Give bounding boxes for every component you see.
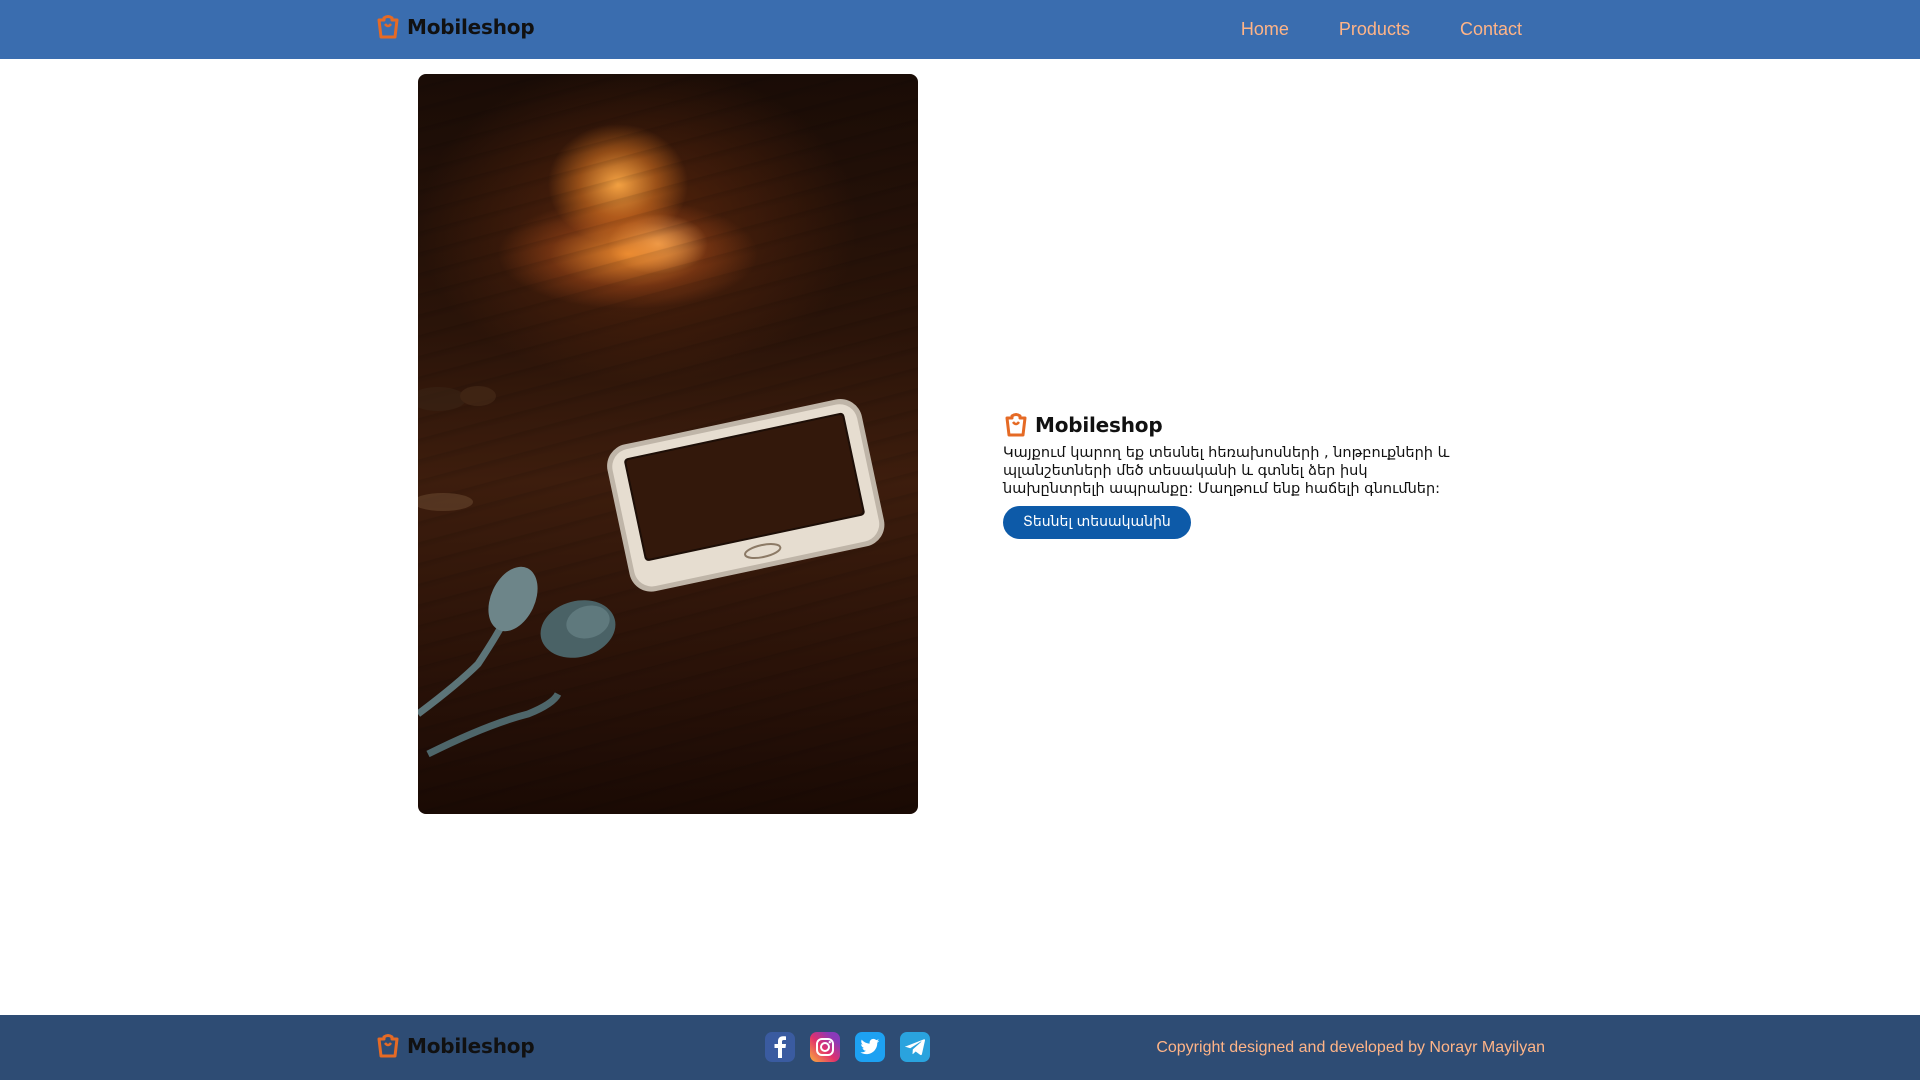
- shopping-bag-icon: [377, 1034, 399, 1058]
- copyright-text: Copyright designed and developed by Nora…: [1156, 1039, 1545, 1056]
- main-nav: Home Products Contact: [1241, 0, 1522, 59]
- nav-home[interactable]: Home: [1241, 19, 1289, 40]
- promo-description: Կայքում կարող եք տեսնել հեռախոսների , նո…: [1003, 445, 1450, 497]
- promo-section: Mobileshop Կայքում կարող եք տեսնել հեռախ…: [1003, 412, 1473, 539]
- shopping-bag-icon: [1005, 413, 1027, 437]
- instagram-icon[interactable]: [810, 1032, 840, 1062]
- social-links: [765, 1032, 930, 1062]
- promo-logo[interactable]: Mobileshop: [1003, 412, 1473, 438]
- nav-products[interactable]: Products: [1339, 19, 1410, 40]
- telegram-icon[interactable]: [900, 1032, 930, 1062]
- shopping-bag-icon: [377, 15, 399, 39]
- header-logo[interactable]: Mobileshop: [375, 14, 535, 40]
- brand-name: Mobileshop: [1035, 413, 1163, 437]
- twitter-icon[interactable]: [855, 1032, 885, 1062]
- nav-contact[interactable]: Contact: [1460, 19, 1522, 40]
- facebook-icon[interactable]: [765, 1032, 795, 1062]
- brand-name: Mobileshop: [407, 15, 535, 39]
- footer-logo[interactable]: Mobileshop: [375, 1033, 535, 1059]
- page-footer: Mobileshop Copyright designed and develo…: [0, 1015, 1920, 1080]
- smartphone-photo: [418, 74, 918, 814]
- phone-illustration: [418, 386, 885, 758]
- view-catalog-button[interactable]: Տեսնել տեսականին: [1003, 506, 1191, 539]
- brand-name: Mobileshop: [407, 1034, 535, 1058]
- top-header: Mobileshop Home Products Contact: [0, 0, 1920, 59]
